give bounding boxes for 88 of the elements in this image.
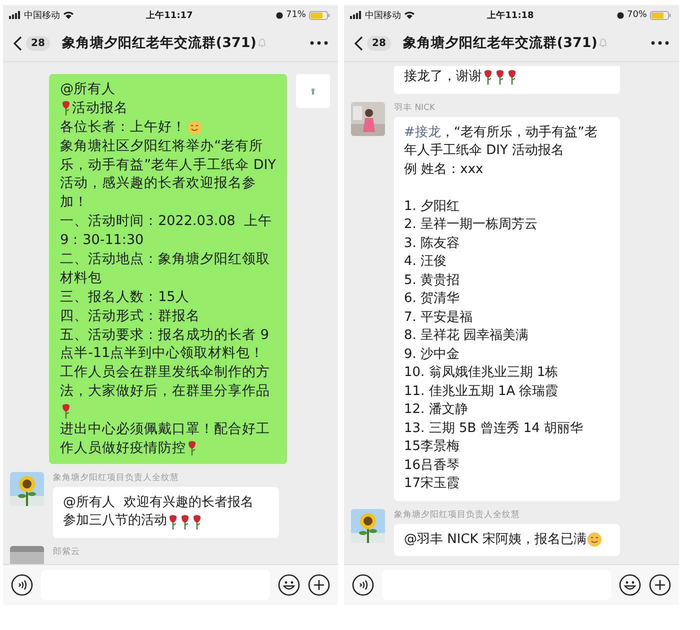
smile-icon	[187, 120, 202, 135]
alarm-icon	[616, 12, 624, 18]
sender-name: 郎紫云	[53, 546, 80, 558]
clock-time: 上午11:18	[487, 9, 534, 22]
plus-icon[interactable]	[649, 574, 671, 596]
rose-icon	[180, 514, 190, 530]
message-text: 加！	[60, 193, 88, 212]
message-text: 9. 沙中金	[404, 346, 460, 364]
message-text: 二、活动地点：象角塘夕阳红领取	[60, 250, 270, 269]
carrier-name: 中国移动	[365, 10, 401, 22]
message-text: 5. 黄贵招	[404, 272, 460, 290]
sender-name: 羽丰 NICK	[394, 102, 436, 114]
voice-icon[interactable]	[352, 574, 374, 596]
rose-icon	[192, 514, 202, 530]
emoji-icon[interactable]	[619, 574, 641, 596]
rose-icon	[61, 100, 72, 116]
emoji-icon[interactable]	[278, 574, 300, 596]
sender-name: 象角塘夕阳红项目负责人全纹慧	[394, 508, 521, 520]
back-icon[interactable]	[354, 36, 363, 50]
battery-icon	[309, 10, 330, 20]
battery-percent: 71%	[286, 10, 306, 20]
rose-icon	[507, 69, 517, 86]
message-text: 17宋玉霞	[404, 475, 460, 493]
message-text: 五、活动要求：报名成功的长者 9	[60, 326, 269, 344]
message-text: 年人手工纸伞 DIY 活动报名	[404, 142, 564, 160]
voice-icon[interactable]	[11, 574, 33, 596]
message-text: 三、报名人数：15人	[60, 288, 190, 307]
message-text: 点半-11点半到中心领取材料包！	[60, 344, 264, 364]
smile-icon	[587, 532, 602, 548]
sender-name: 象角塘夕阳红项目负责人全纹慧	[53, 472, 180, 484]
message-text: 各位长者：上午好！	[60, 118, 186, 137]
message-text: @所有人 欢迎有兴趣的长者报名	[63, 494, 254, 512]
unread-badge: 28	[367, 36, 391, 50]
rose-icon	[483, 69, 493, 86]
message-text: 作人员做好疫情防控	[60, 438, 186, 458]
muted-bell-icon	[599, 38, 608, 48]
message-text: 参加三八节的活动	[63, 512, 167, 530]
message-text: 3. 陈友容	[404, 234, 460, 252]
rose-icon	[187, 440, 198, 456]
message-text: 工作人员会在群里发纸伞制作的方	[60, 363, 270, 382]
message-text: 活动，感兴趣的长者欢迎报名参	[60, 174, 256, 194]
message-text: 9：30-11:30	[60, 231, 144, 250]
more-icon[interactable]	[651, 41, 669, 45]
message-text: 15李景梅	[404, 438, 460, 456]
unread-badge: 28	[26, 36, 50, 50]
message-text: 材料包	[60, 268, 102, 288]
message-text: 例 姓名：xxx	[404, 160, 484, 178]
message-text: 1. 夕阳红	[404, 198, 460, 216]
battery-percent: 70%	[626, 10, 647, 20]
message-text: 活动报名	[72, 98, 128, 118]
message-text: 乐，动手有益”老年人手工纸伞 DIY	[60, 156, 276, 174]
message-text: 4. 汪俊	[404, 253, 447, 271]
rose-icon	[61, 402, 72, 419]
message-text: 11. 佳兆业五期 1A 徐瑞霞	[404, 382, 558, 400]
message-text: 法，大家做好后，在群里分享作品	[60, 382, 270, 402]
battery-icon	[650, 10, 671, 20]
message-text: 接龙了，谢谢	[404, 68, 482, 86]
rose-icon	[168, 514, 178, 530]
message-text: 2. 呈祥一期一栋周芳云	[404, 216, 538, 234]
signal-icon	[350, 11, 362, 19]
more-icon[interactable]	[310, 41, 328, 45]
muted-bell-icon	[258, 38, 266, 48]
rose-icon	[495, 69, 505, 86]
message-text: 10. 翁凤娥佳兆业三期 1栋	[404, 364, 558, 382]
back-icon[interactable]	[13, 36, 22, 50]
message-text: @羽丰 NICK 宋阿姨，报名已满	[404, 530, 586, 548]
message-text: 象角塘社区夕阳红将举办“老有所	[60, 136, 264, 156]
chat-title: 象角塘夕阳红老年交流群(371)	[62, 34, 256, 52]
clock-time: 上午11:17	[146, 9, 193, 22]
message-text: 8. 呈祥花 园幸福美满	[404, 327, 529, 345]
message-text: 进出中心必须佩戴口罩！配合好工	[60, 420, 270, 439]
message-text: 四、活动形式：群报名	[60, 306, 200, 326]
message-text: 7. 平安是福	[404, 308, 473, 326]
signal-icon	[9, 11, 21, 19]
hashtag-link[interactable]: #接龙	[404, 124, 441, 142]
carrier-name: 中国移动	[24, 10, 60, 22]
message-text: @所有人	[60, 80, 116, 99]
plus-icon[interactable]	[308, 574, 330, 596]
alarm-icon	[276, 12, 283, 18]
chat-title: 象角塘夕阳红老年交流群(371)	[402, 34, 598, 52]
message-text: 13. 三期 5B 曾连秀 14 胡丽华	[404, 420, 584, 438]
message-text: 一、活动时间：2022.03.08 上午	[60, 212, 272, 232]
message-text: 6. 贺清华	[404, 290, 460, 308]
message-text: 16吕香琴	[404, 456, 460, 474]
wifi-icon	[404, 11, 415, 19]
message-text: ，“老有所乐，动手有益”老	[440, 124, 598, 142]
message-text: 12. 潘文静	[404, 401, 468, 419]
wifi-icon	[63, 11, 74, 19]
